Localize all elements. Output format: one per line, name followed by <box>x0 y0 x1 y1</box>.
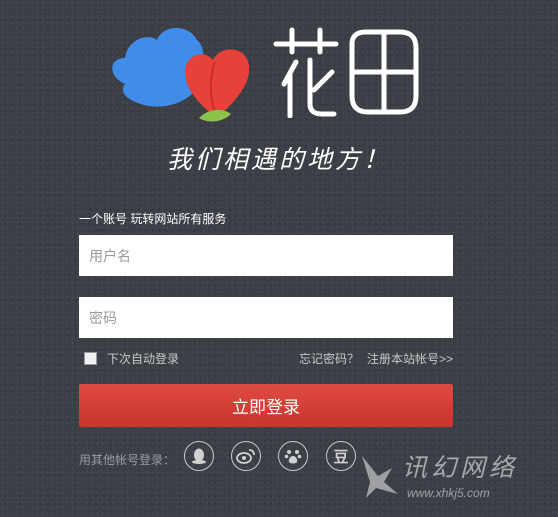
remember-me[interactable]: 下次自动登录 <box>84 350 179 367</box>
qq-icon <box>192 448 206 464</box>
login-subtitle: 一个账号 玩转网站所有服务 <box>79 212 227 226</box>
watermark-bird-icon <box>362 456 398 498</box>
watermark-url: www.xhkj5.com <box>407 486 490 500</box>
watermark-text: 讯幻网络 <box>402 453 519 482</box>
logo-flower-icon <box>112 28 250 122</box>
weibo-icon <box>236 449 255 464</box>
login-button[interactable]: 立即登录 <box>79 384 453 427</box>
weibo-login-button[interactable] <box>231 441 261 471</box>
qq-login-button[interactable] <box>184 441 214 471</box>
account-links: 忘记密码？ 注册本站帐号>> <box>299 350 453 367</box>
forgot-password-link[interactable]: 忘记密码？ <box>299 352 359 366</box>
remember-checkbox[interactable] <box>84 352 97 365</box>
remember-label: 下次自动登录 <box>107 352 180 366</box>
password-input[interactable] <box>79 297 453 338</box>
register-link[interactable]: 注册本站帐号>> <box>367 352 453 366</box>
douban-login-button[interactable]: 豆 <box>326 441 356 471</box>
brand-wordmark: 花田 <box>270 22 422 123</box>
baidu-login-button[interactable] <box>278 441 308 471</box>
other-login-label: 用其他帐号登录： <box>79 453 176 467</box>
douban-icon: 豆 <box>333 448 349 466</box>
slogan: 我们相遇的地方！ <box>166 145 391 174</box>
baidu-paw-icon <box>284 450 302 464</box>
username-input[interactable] <box>79 235 453 276</box>
